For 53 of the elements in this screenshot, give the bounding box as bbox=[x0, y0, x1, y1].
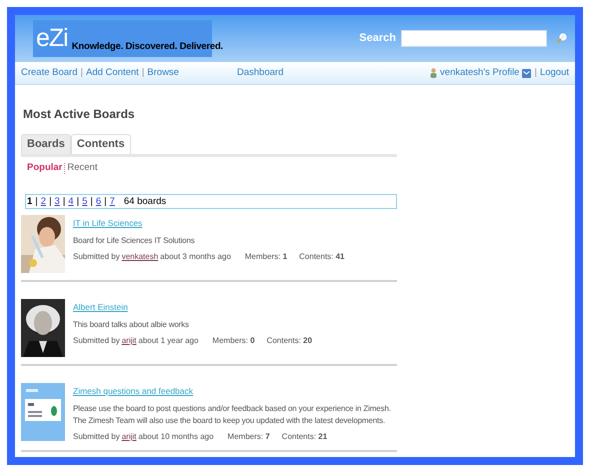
content-count: Contents: 21 bbox=[282, 431, 328, 443]
board-description: This board talks about albie works bbox=[73, 319, 190, 331]
board-description: Please use the board to post questions and/or feedback based on your experience in Zimesh. The Zimesh Team will also use the board to keep you updated with the latest developments. bbox=[73, 403, 392, 427]
search-field[interactable] bbox=[401, 30, 547, 47]
nav-link[interactable]: Browse bbox=[147, 66, 179, 80]
profile-link[interactable]: venkatesh's Profile bbox=[440, 66, 520, 80]
separator: | bbox=[90, 194, 93, 209]
logout-link[interactable]: Logout bbox=[540, 66, 569, 80]
page-link[interactable]: 6 bbox=[96, 194, 102, 209]
user-link[interactable]: arijit bbox=[122, 431, 136, 443]
submitted-age: about 3 months ago bbox=[160, 251, 231, 263]
user-link[interactable]: arijit bbox=[122, 335, 136, 347]
nav-link[interactable]: Add Content bbox=[86, 66, 139, 80]
board-count: 64 boards bbox=[124, 194, 166, 209]
content-count: Contents: 20 bbox=[266, 335, 312, 347]
mail-icon[interactable] bbox=[522, 68, 532, 78]
logo: eZi bbox=[36, 26, 68, 51]
submitted-label: Submitted by bbox=[73, 431, 120, 443]
page-link[interactable]: 5 bbox=[82, 194, 88, 209]
member-count: Members: 0 bbox=[212, 335, 255, 347]
page-link[interactable]: 4 bbox=[68, 194, 74, 209]
submitted-label: Submitted by bbox=[73, 251, 120, 263]
search-label: Search bbox=[359, 31, 396, 46]
member-count: Members: 7 bbox=[228, 431, 270, 443]
nav-link[interactable]: Create Board bbox=[21, 66, 78, 80]
user-icon bbox=[430, 68, 438, 78]
separator: | bbox=[80, 66, 83, 80]
submitted-age: about 10 months ago bbox=[138, 431, 214, 443]
tab[interactable]: Contents bbox=[70, 134, 131, 154]
tagline: Knowledge. Discovered. Delivered. bbox=[72, 42, 223, 51]
search-icon[interactable] bbox=[556, 33, 567, 44]
separator: | bbox=[62, 194, 66, 209]
content-count: Contents: 41 bbox=[299, 251, 345, 263]
dashboard-link[interactable]: Dashboard bbox=[237, 66, 284, 80]
tab[interactable]: Boards bbox=[21, 134, 71, 154]
board-description: Board for Life Sciences IT Solutions bbox=[73, 235, 196, 247]
submitted-age: about 1 year ago bbox=[138, 335, 198, 347]
separator: | bbox=[534, 66, 537, 80]
separator: | bbox=[104, 194, 107, 209]
separator: | bbox=[49, 194, 52, 209]
separator: | bbox=[76, 194, 80, 209]
section-heading: Most Active Boards bbox=[23, 106, 136, 123]
user-link[interactable]: venkatesh bbox=[122, 251, 158, 263]
submitted-label: Submitted by bbox=[73, 335, 120, 347]
current-page[interactable]: 1 bbox=[27, 194, 32, 209]
filter-link[interactable]: Recent bbox=[67, 161, 98, 176]
member-count: Members: 1 bbox=[244, 251, 288, 263]
filter-link[interactable]: Popular bbox=[27, 161, 62, 176]
separator: | bbox=[142, 66, 144, 80]
page-link[interactable]: 7 bbox=[110, 194, 115, 209]
page-link[interactable]: 3 bbox=[54, 194, 60, 209]
page-link[interactable]: 2 bbox=[40, 194, 46, 209]
separator: | bbox=[35, 194, 38, 209]
